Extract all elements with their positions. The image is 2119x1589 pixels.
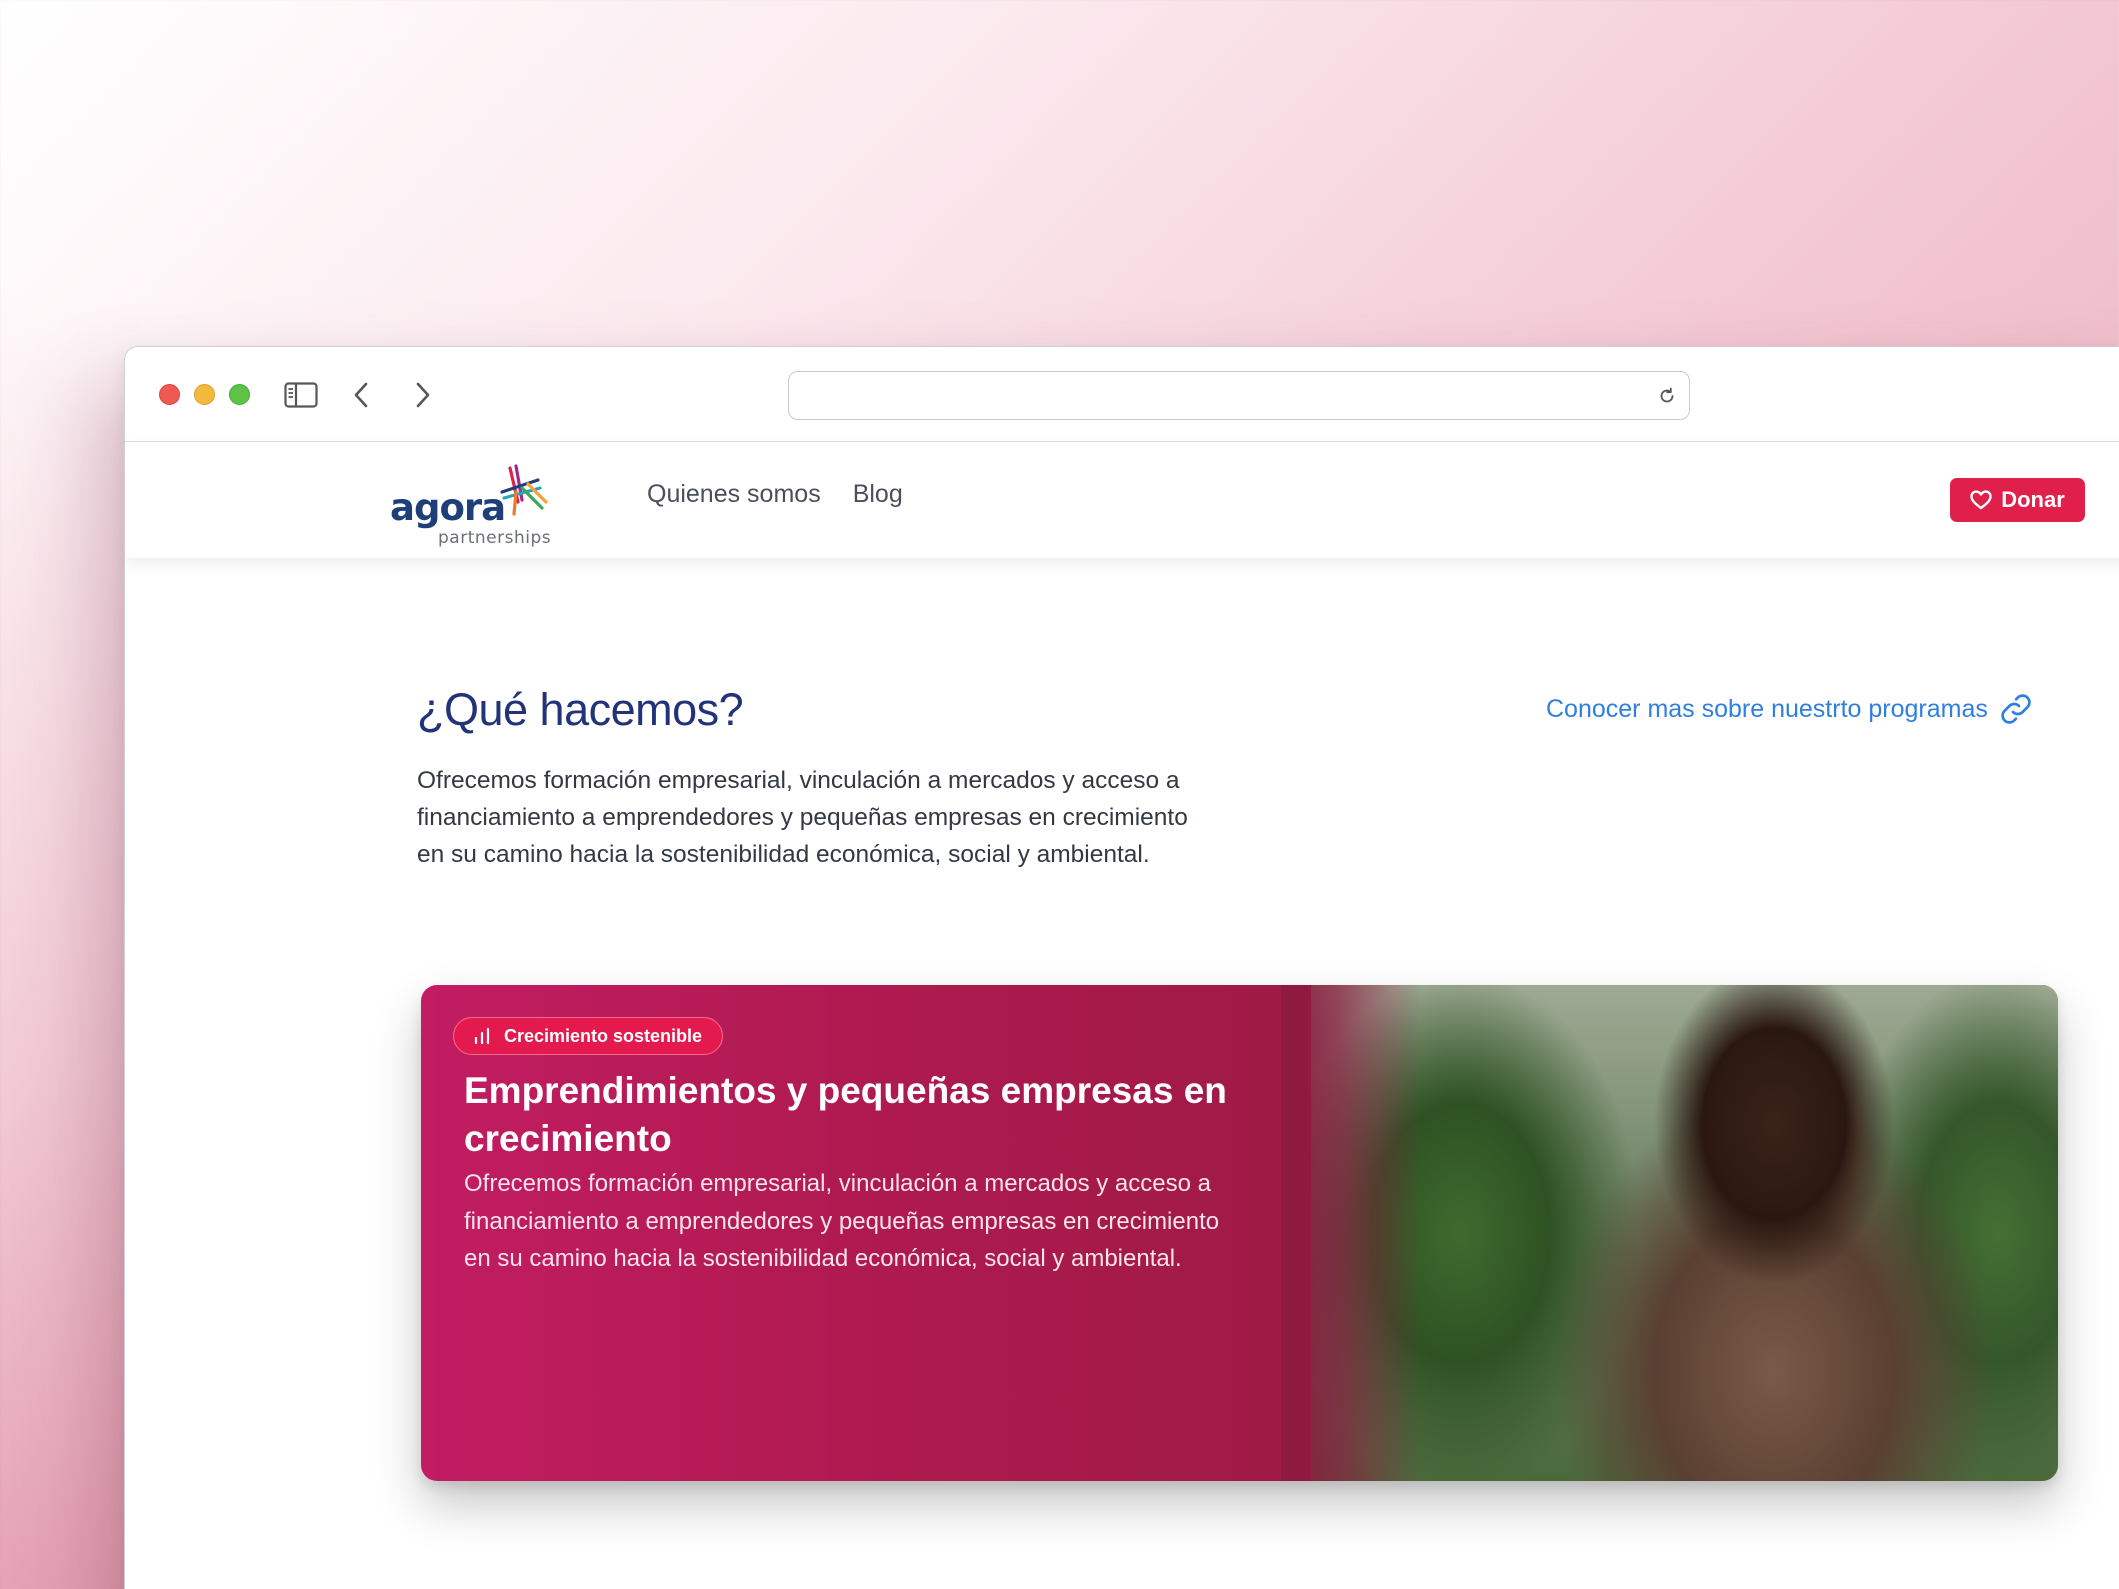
main-nav: Quienes somos Blog xyxy=(647,480,903,509)
card-title: Emprendimientos y pequeñas empresas en c… xyxy=(464,1070,1227,1159)
programs-link[interactable]: Conocer mas sobre nuestrto programas xyxy=(1546,691,2034,727)
nav-link-blog[interactable]: Blog xyxy=(853,480,903,509)
chevron-right-icon[interactable] xyxy=(405,377,441,413)
programs-link-label: Conocer mas sobre nuestrto programas xyxy=(1546,694,1988,723)
badge-label: Crecimiento sostenible xyxy=(504,1025,703,1046)
background-fade xyxy=(0,300,140,1589)
site-header: agora partnerships Quienes somos Blog Do… xyxy=(125,442,2119,558)
zoom-window-button[interactable] xyxy=(229,384,250,405)
program-card[interactable]: Crecimiento sostenible Emprendimientos y… xyxy=(421,985,2058,1481)
donate-label: Donar xyxy=(2001,487,2065,512)
category-badge: Crecimiento sostenible xyxy=(453,1017,724,1055)
card-description: Ofrecemos formación empresarial, vincula… xyxy=(464,1170,1220,1272)
agora-logo[interactable]: agora partnerships xyxy=(390,462,570,548)
heart-icon xyxy=(1970,490,1992,510)
link-icon xyxy=(2001,694,2031,724)
minimize-window-button[interactable] xyxy=(194,384,215,405)
bar-chart-icon xyxy=(474,1027,490,1045)
close-window-button[interactable] xyxy=(159,384,180,405)
sidebar-icon[interactable] xyxy=(283,377,319,413)
chevron-left-icon[interactable] xyxy=(343,377,379,413)
section-description: Ofrecemos formación empresarial, vincula… xyxy=(417,767,1188,868)
entrepreneur-photo xyxy=(1311,985,2058,1481)
logo-wordmark: agora xyxy=(390,486,506,529)
reload-icon[interactable] xyxy=(1655,384,1679,408)
browser-window: agora partnerships Quienes somos Blog Do… xyxy=(124,346,2119,1589)
nav-link-quienes-somos[interactable]: Quienes somos xyxy=(647,480,821,509)
section-title: ¿Qué hacemos? xyxy=(417,684,744,735)
browser-toolbar xyxy=(125,347,2119,442)
address-bar[interactable] xyxy=(788,371,1690,420)
logo-subtitle: partnerships xyxy=(438,528,552,548)
donate-button[interactable]: Donar xyxy=(1950,478,2085,522)
photo-fade xyxy=(1281,985,1421,1481)
